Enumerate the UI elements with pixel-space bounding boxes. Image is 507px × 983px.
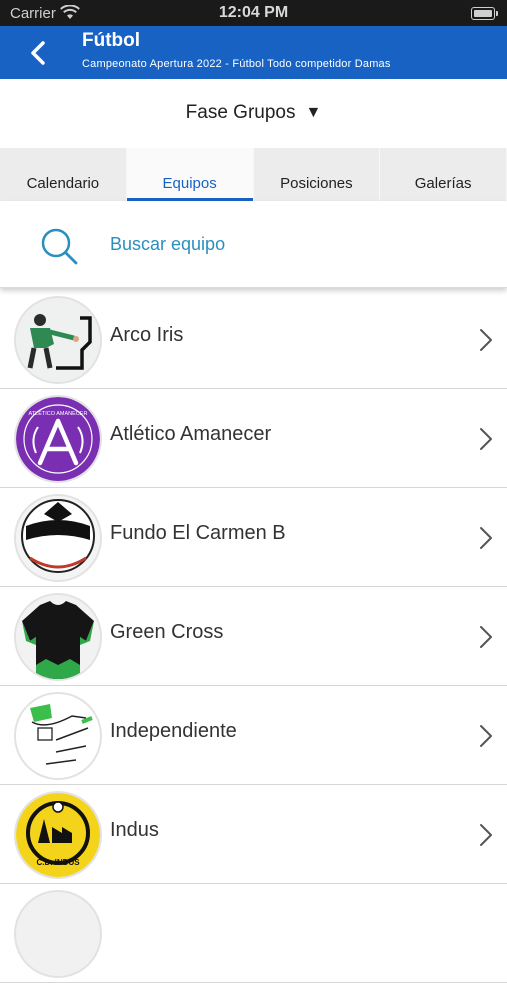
soccer-ball-logo-icon [16,496,100,580]
tab-calendario[interactable]: Calendario [0,148,127,201]
chevron-right-icon [480,329,492,351]
list-item[interactable]: C.D. INDUS Indus [0,785,507,884]
list-item[interactable]: Green Cross [0,587,507,686]
team-logo [16,595,100,679]
chevron-right-icon [480,428,492,450]
list-item[interactable]: Arco Iris [0,290,507,389]
search-bar [0,201,507,288]
team-name: Arco Iris [110,324,184,346]
back-button[interactable] [22,34,58,72]
list-item[interactable]: Independiente [0,686,507,785]
tab-posiciones[interactable]: Posiciones [254,148,381,201]
status-bar: Carrier 12:04 PM [0,0,507,26]
nav-header: Fútbol Campeonato Apertura 2022 - Fútbol… [0,26,507,79]
player-sketch-logo-icon [16,694,100,778]
list-item-partial[interactable] [0,884,507,983]
list-item[interactable]: ATLÉTICO AMANECER Atlético Amanecer [0,389,507,488]
logo-text: C.D. INDUS [36,858,80,867]
status-time: 12:04 PM [218,4,289,21]
chevron-right-icon [480,824,492,846]
chevron-right-icon [480,527,492,549]
page-subtitle: Campeonato Apertura 2022 - Fútbol Todo c… [82,58,391,70]
tab-bar: Calendario Equipos Posiciones Galerías [0,148,507,201]
search-icon [41,228,78,265]
team-name: Indus [110,819,159,841]
tab-equipos[interactable]: Equipos [126,148,254,201]
team-name: Fundo El Carmen B [110,522,286,544]
team-logo: ATLÉTICO AMANECER [16,397,100,481]
team-logo [16,496,100,580]
battery-icon [471,7,498,20]
phase-selector[interactable]: Fase Grupos ▼ [0,80,507,146]
team-logo [16,298,100,382]
list-item[interactable]: Fundo El Carmen B [0,488,507,587]
tab-galerias[interactable]: Galerías [380,148,507,201]
logo-text: ATLÉTICO AMANECER [29,410,88,417]
team-logo [16,892,100,976]
chevron-right-icon [480,626,492,648]
chevron-right-icon [480,725,492,747]
indus-logo-icon: C.D. INDUS [16,793,100,877]
chevron-left-icon [31,41,45,65]
team-logo [16,694,100,778]
team-list: Arco Iris ATLÉTICO AMANECER Atlético Ama… [0,290,507,983]
team-name: Atlético Amanecer [110,423,272,445]
team-name: Independiente [110,720,237,742]
caret-down-icon: ▼ [305,104,322,121]
phase-label: Fase Grupos [185,102,296,123]
jersey-logo-icon [16,595,100,679]
team-name: Green Cross [110,621,224,643]
page-title: Fútbol [82,30,141,51]
search-input[interactable] [110,229,470,259]
amanecer-logo-icon: ATLÉTICO AMANECER [16,397,100,481]
goalkeeper-logo-icon [16,298,100,382]
team-logo: C.D. INDUS [16,793,100,877]
